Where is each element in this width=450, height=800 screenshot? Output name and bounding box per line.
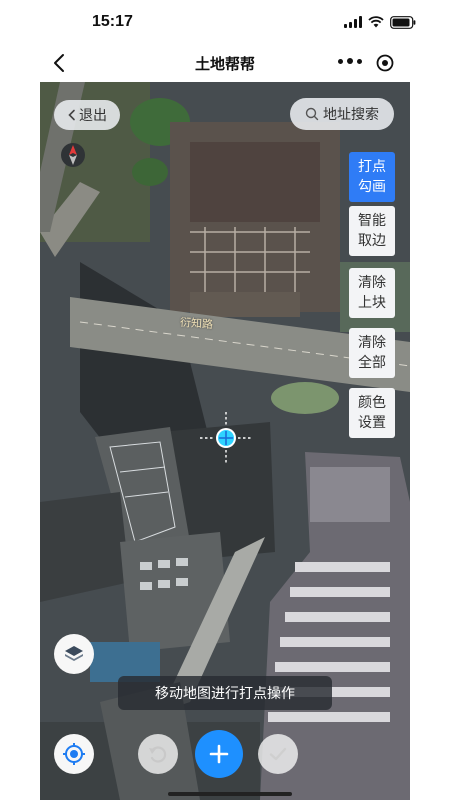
- address-search-button[interactable]: 地址搜索: [290, 98, 394, 130]
- app-screen: 15:17 土地帮帮 退出 地址搜索 打点 勾画 智能 取边 清除 上块 清除 …: [0, 0, 450, 800]
- confirm-button[interactable]: [258, 734, 298, 774]
- add-point-button[interactable]: [195, 730, 243, 778]
- search-label: 地址搜索: [323, 107, 379, 123]
- exit-label: 退出: [79, 108, 107, 124]
- chevron-left-icon[interactable]: [50, 52, 70, 74]
- undo-icon: [149, 746, 167, 763]
- tool-clear-last-line2: 上块: [358, 295, 386, 311]
- home-indicator: [168, 792, 292, 796]
- status-icons: [344, 15, 416, 29]
- check-icon: [269, 747, 287, 761]
- chevron-left-icon: [68, 109, 75, 121]
- locate-button[interactable]: [54, 734, 94, 774]
- crosshair-icon: [200, 412, 252, 464]
- signal-icon: [344, 16, 362, 28]
- satellite-map[interactable]: 退出 地址搜索 打点 勾画 智能 取边 清除 上块 清除 全部 颜色 设置 衍知…: [40, 82, 410, 800]
- more-dots-icon[interactable]: [338, 58, 362, 64]
- tool-color-settings[interactable]: 颜色 设置: [349, 388, 395, 438]
- tool-clear-all-line2: 全部: [358, 355, 386, 371]
- layers-icon: [65, 646, 83, 661]
- compass-icon[interactable]: [60, 142, 86, 168]
- plus-icon: [209, 744, 229, 764]
- tool-smart-edge[interactable]: 智能 取边: [349, 206, 395, 256]
- hint-text: 移动地图进行打点操作: [155, 686, 295, 702]
- tool-clear-all[interactable]: 清除 全部: [349, 328, 395, 378]
- tool-clear-all-line1: 清除: [358, 335, 386, 351]
- hint-toast: 移动地图进行打点操作: [118, 676, 332, 710]
- locate-icon: [63, 743, 85, 765]
- page-title: 土地帮帮: [194, 54, 255, 73]
- search-icon: [305, 107, 319, 121]
- nav-bar: 土地帮帮: [0, 44, 450, 82]
- tool-smart-edge-line1: 智能: [358, 213, 386, 229]
- tool-point-draw-line1: 打点: [358, 159, 386, 175]
- tool-point-draw[interactable]: 打点 勾画: [349, 152, 395, 202]
- tool-clear-last[interactable]: 清除 上块: [349, 268, 395, 318]
- layers-button[interactable]: [54, 634, 94, 674]
- road-label: 衍知路: [179, 315, 214, 332]
- battery-icon: [390, 15, 416, 29]
- undo-button[interactable]: [138, 734, 178, 774]
- tool-clear-last-line1: 清除: [358, 275, 386, 291]
- tool-smart-edge-line2: 取边: [358, 233, 386, 249]
- tool-color-settings-line1: 颜色: [358, 395, 386, 411]
- target-icon[interactable]: [376, 54, 394, 76]
- wifi-icon: [368, 16, 384, 28]
- tool-color-settings-line2: 设置: [358, 415, 386, 431]
- tool-point-draw-line2: 勾画: [358, 179, 386, 195]
- exit-button[interactable]: 退出: [54, 100, 120, 130]
- status-bar: 15:17: [0, 0, 450, 44]
- status-time: 15:17: [92, 13, 133, 30]
